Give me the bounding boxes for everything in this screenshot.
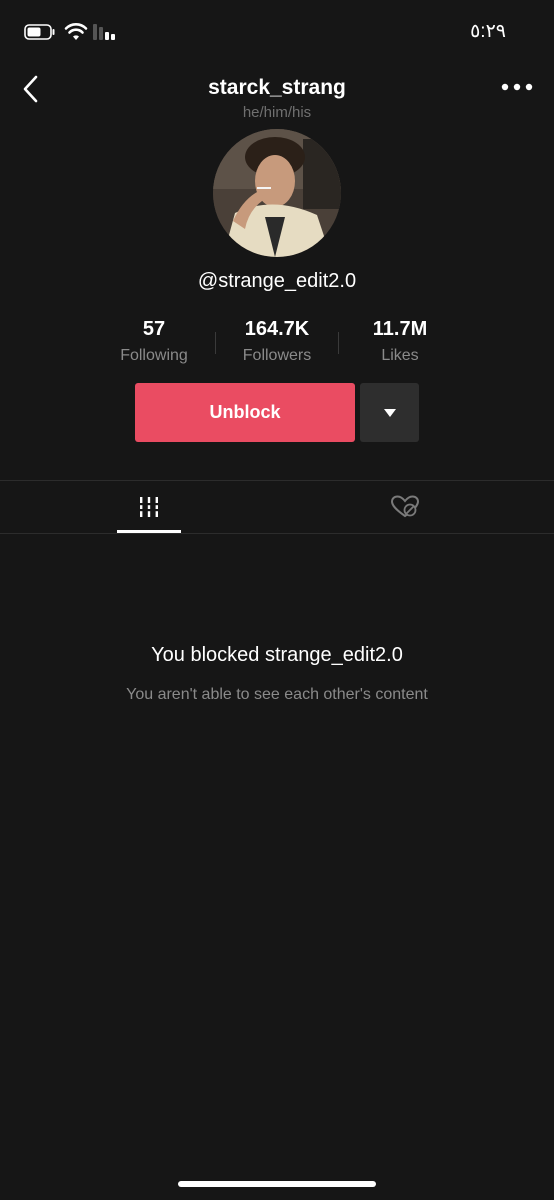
stat-divider: [338, 332, 339, 354]
more-horizontal-icon[interactable]: [500, 80, 534, 94]
wifi-icon: [64, 23, 88, 40]
heart-hidden-icon: [391, 495, 419, 518]
stat-followers-value: 164.7K: [244, 318, 310, 340]
battery-icon: [24, 24, 55, 40]
home-indicator[interactable]: [178, 1181, 376, 1187]
blocked-title: You blocked strange_edit2.0: [151, 644, 403, 666]
unblock-button[interactable]: Unblock: [135, 383, 355, 442]
stat-followers-label: Followers: [242, 347, 312, 364]
tabs-top-divider: [0, 480, 554, 481]
tabs-bottom-divider: [0, 533, 554, 534]
suggested-accounts-dropdown-button[interactable]: [360, 383, 419, 442]
avatar-photo: [213, 129, 341, 257]
stat-followers[interactable]: 164.7K Followers: [217, 318, 337, 365]
profile-username: starck_strang: [208, 76, 346, 99]
cellular-signal-icon: [93, 24, 115, 40]
caret-down-icon: [383, 408, 396, 417]
profile-pronouns: he/him/his: [242, 104, 312, 121]
avatar: [213, 129, 341, 257]
stat-divider: [215, 332, 216, 354]
status-time: ٥:٢٩: [470, 21, 506, 42]
tab-liked[interactable]: [370, 481, 440, 533]
stat-likes-label: Likes: [381, 347, 419, 364]
stat-likes[interactable]: 11.7M Likes: [340, 318, 460, 365]
stat-following-label: Following: [120, 347, 188, 364]
grid-icon: [138, 497, 160, 517]
stat-following[interactable]: 57 Following: [94, 318, 214, 365]
stat-following-value: 57: [142, 318, 166, 340]
profile-handle: @strange_edit2.0: [197, 270, 357, 292]
stat-likes-value: 11.7M: [372, 318, 428, 340]
tab-videos[interactable]: [117, 481, 181, 533]
blocked-subtitle: You aren't able to see each other's cont…: [126, 686, 428, 703]
